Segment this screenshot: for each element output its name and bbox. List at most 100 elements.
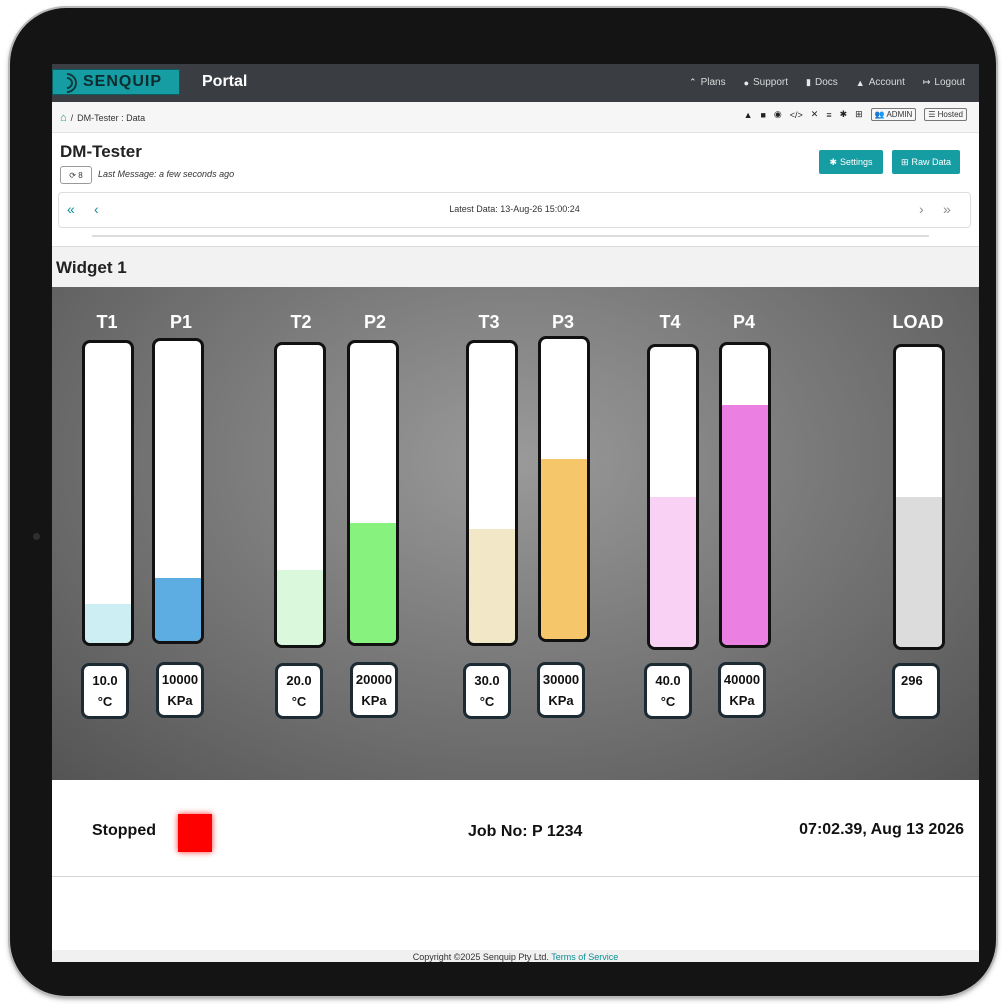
camera-dot (33, 533, 40, 540)
gauge-label-p1: P1 (169, 312, 193, 332)
nav-account-label: Account (868, 77, 905, 88)
question-circle-icon: ● (743, 77, 750, 88)
gauge-value-p4: 40000 KPa (718, 662, 766, 718)
gear-icon[interactable]: ✱ (840, 109, 848, 120)
gauge-value-p4-unit: KPa (729, 693, 755, 708)
gauge-value-t1-number: 10.0 (92, 673, 118, 688)
gauge-fill-t1 (85, 604, 131, 643)
gauge-tube-p2 (347, 340, 399, 646)
copyright-footer: Copyright ©2025 Senquip Pty Ltd. Terms o… (52, 950, 979, 962)
senquip-logo[interactable]: SENQUIP (52, 68, 180, 98)
gauge-value-load: 296 (892, 663, 940, 719)
gear-icon: ✱ (829, 156, 837, 167)
refresh-count: 8 (78, 170, 83, 180)
logo-mark-icon (52, 68, 82, 98)
nav-docs[interactable]: ▮ Docs (806, 77, 838, 88)
copyright-text: Copyright ©2025 Senquip Pty Ltd. (412, 952, 549, 962)
gauge-label-t1: T1 (96, 312, 118, 332)
last-page-button[interactable]: » (943, 201, 951, 217)
users-icon: 👥 (874, 110, 885, 119)
gauge-value-t4-unit: °C (660, 694, 676, 709)
gauge-fill-p3 (541, 459, 587, 639)
gauge-value-t3-unit: °C (479, 694, 495, 709)
gauge-value-load-number: 296 (901, 673, 923, 688)
gauge-tube-p1 (152, 338, 204, 644)
gauge-value-p4-number: 40000 (723, 672, 761, 687)
gauge-value-p3-unit: KPa (548, 693, 574, 708)
gauge-value-p1: 10000 KPa (156, 662, 204, 718)
data-navigator: « ‹ Latest Data: 13-Aug-26 15:00:24 › » (58, 192, 971, 228)
status-datetime: 07:02.39, Aug 13 2026 (799, 821, 964, 838)
terms-link[interactable]: Terms of Service (551, 952, 618, 962)
gauge-value-p2: 20000 KPa (350, 662, 398, 718)
gauge-value-p1-unit: KPa (167, 693, 193, 708)
status-row: Stopped Job No: P 1234 07:02.39, Aug 13 … (52, 780, 979, 877)
settings-button[interactable]: ✱ Settings (819, 150, 883, 174)
toolbar-icons: ▲ ■ ◉ </> ✕ ≡ ✱ ⊞ 👥 ADMIN ☰ Hosted (744, 108, 967, 121)
gauge-value-t4-number: 40.0 (655, 673, 681, 688)
widget-title: Widget 1 (56, 258, 127, 277)
gauge-tube-load (893, 344, 945, 650)
hosted-label: Hosted (937, 110, 963, 119)
refresh-button[interactable]: ⟳ 8 (60, 166, 92, 184)
next-page-button[interactable]: › (919, 201, 924, 217)
gauge-label-t4: T4 (659, 312, 681, 332)
table-icon[interactable]: ⊞ (855, 109, 863, 120)
refresh-icon: ⟳ (69, 170, 79, 180)
gauge-value-p2-number: 20000 (355, 672, 393, 687)
gauge-value-t4: 40.0 °C (644, 663, 692, 719)
gauge-value-t3: 30.0 °C (463, 663, 511, 719)
user-icon: ▲ (855, 77, 865, 88)
nav-logout-label: Logout (934, 77, 965, 88)
breadcrumb-path[interactable]: DM-Tester : Data (77, 113, 145, 123)
gauge-panel: T1 10.0 °C P1 10000 KPa T2 20.0 °C P2 20000… (52, 287, 979, 780)
gauge-value-p2-unit: KPa (361, 693, 387, 708)
dashboard-icon[interactable]: ▲ (744, 110, 753, 120)
gauge-value-t2-unit: °C (291, 694, 307, 709)
gauge-tube-t3 (466, 340, 518, 646)
logout-icon: ↦ (922, 77, 931, 87)
time-slider[interactable] (92, 235, 929, 237)
code-icon[interactable]: </> (790, 110, 803, 120)
list-icon[interactable]: ≡ (826, 110, 831, 120)
nav-support-label: Support (753, 77, 789, 88)
eye-icon[interactable]: ◉ (774, 109, 782, 120)
nav-plans[interactable]: ⌃ Plans (689, 77, 726, 88)
portal-title: Portal (202, 73, 248, 90)
nav-account[interactable]: ▲ Account (856, 77, 905, 88)
widget-header: Widget 1 (52, 246, 979, 288)
gauge-value-t2-number: 20.0 (286, 673, 312, 688)
gauge-value-t1: 10.0 °C (81, 663, 129, 719)
chat-icon[interactable]: ■ (760, 110, 765, 120)
gauge-fill-t4 (650, 497, 696, 647)
gauge-fill-load (896, 497, 942, 647)
tablet-frame: SENQUIP Portal ⌃ Plans ● Support ▮ Docs … (10, 8, 996, 996)
logo-text: SENQUIP (83, 73, 163, 90)
hosted-button[interactable]: ☰ Hosted (924, 108, 967, 121)
table-icon: ⊞ (900, 156, 909, 167)
gauge-value-t2: 20.0 °C (275, 663, 323, 719)
database-icon: ☰ (928, 110, 936, 119)
gauge-fill-p4 (722, 405, 768, 645)
admin-button[interactable]: 👥 ADMIN (870, 108, 917, 121)
gauge-value-t1-unit: °C (97, 694, 113, 709)
document-icon: ▮ (806, 77, 811, 87)
home-icon[interactable]: ⌂ (60, 112, 67, 124)
gauge-value-p3-number: 30000 (542, 672, 580, 687)
device-title: DM-Tester (60, 142, 142, 161)
tools-icon[interactable]: ✕ (811, 109, 819, 120)
nav-docs-label: Docs (815, 77, 838, 88)
last-message: Last Message: a few seconds ago (98, 169, 235, 179)
gauge-tube-t2 (274, 342, 326, 648)
gauge-fill-t3 (469, 529, 515, 643)
nav-support[interactable]: ● Support (744, 77, 788, 88)
nav-logout[interactable]: ↦ Logout (923, 77, 965, 88)
run-state-label: Stopped (92, 822, 156, 839)
raw-data-button[interactable]: ⊞ Raw Data (892, 150, 960, 174)
top-navbar: SENQUIP Portal ⌃ Plans ● Support ▮ Docs … (52, 64, 979, 102)
gauge-label-t3: T3 (478, 312, 500, 332)
top-nav-links: ⌃ Plans ● Support ▮ Docs ▲ Account ↦ Log… (689, 77, 965, 88)
gauge-fill-p1 (155, 578, 201, 641)
gauge-label-load: LOAD (892, 312, 944, 332)
gauge-label-p3: P3 (551, 312, 575, 332)
